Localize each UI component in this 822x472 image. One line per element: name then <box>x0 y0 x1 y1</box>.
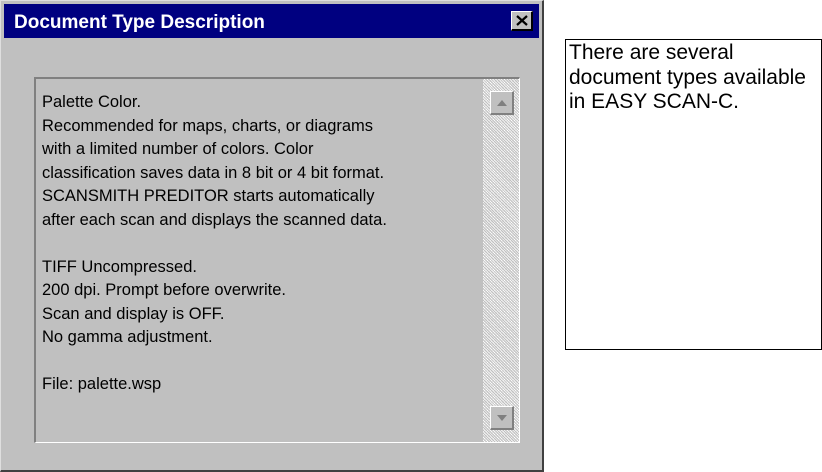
info-note-text: There are several document types availab… <box>569 41 806 113</box>
close-icon <box>515 15 528 26</box>
description-line: Scan and display is OFF. <box>42 304 225 323</box>
description-line: 200 dpi. Prompt before overwrite. <box>42 281 286 299</box>
description-line: Palette Color. <box>42 93 142 111</box>
close-button[interactable] <box>511 11 533 31</box>
title-bar[interactable]: Document Type Description <box>4 4 539 38</box>
description-text: Palette Color. Recommended for maps, char… <box>42 91 482 397</box>
vertical-scrollbar[interactable] <box>483 79 519 442</box>
description-line: classification saves data in 8 bit or 4 … <box>42 163 385 182</box>
document-type-description-dialog: Document Type Description Palette Color.… <box>0 0 544 472</box>
info-note-box: There are several document types availab… <box>565 39 822 350</box>
description-line: File: palette.wsp <box>42 375 162 393</box>
description-line <box>42 232 482 256</box>
dialog-title: Document Type Description <box>14 12 265 33</box>
description-line <box>42 350 482 374</box>
arrow-up-icon <box>496 99 507 106</box>
scroll-up-button[interactable] <box>490 91 514 115</box>
scroll-down-button[interactable] <box>490 406 514 430</box>
description-line: TIFF Uncompressed. <box>42 257 197 276</box>
description-line: Recommended for maps, charts, or diagram… <box>42 116 374 135</box>
description-text-area[interactable]: Palette Color. Recommended for maps, char… <box>34 77 520 443</box>
arrow-down-icon <box>496 414 507 421</box>
description-line: after each scan and displays the scanned… <box>42 210 387 229</box>
description-line: with a limited number of colors. Color <box>42 140 314 158</box>
description-line: No gamma adjustment. <box>42 328 213 346</box>
description-line: SCANSMITH PREDITOR starts automatically <box>42 187 375 205</box>
